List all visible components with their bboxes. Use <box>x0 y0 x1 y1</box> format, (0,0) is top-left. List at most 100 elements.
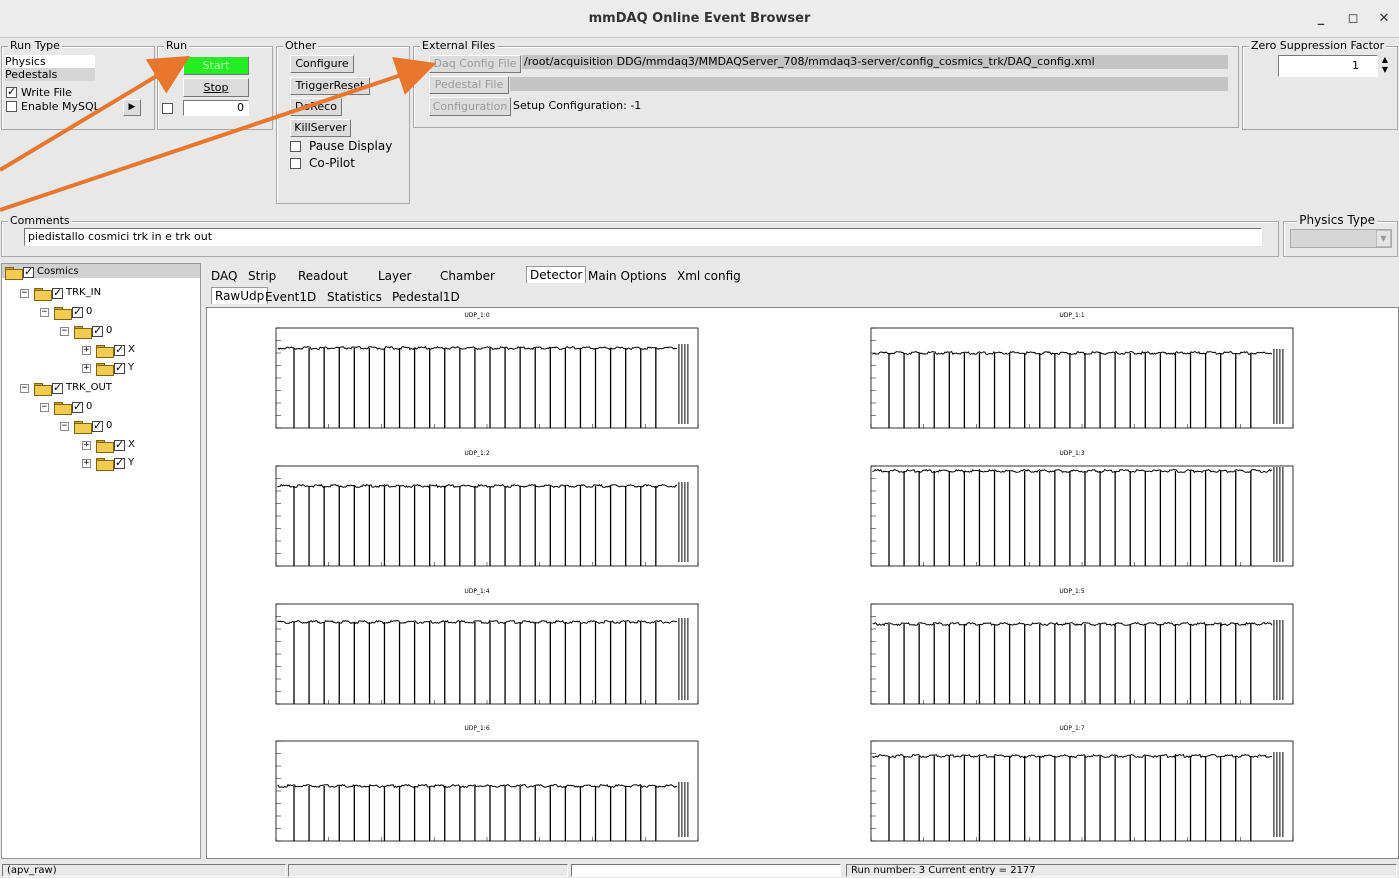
tab-layer[interactable]: Layer <box>378 268 411 284</box>
start-button[interactable]: Start <box>183 56 249 75</box>
minimize-button[interactable]: _ <box>1311 9 1331 29</box>
close-button[interactable]: ✕ <box>1374 9 1394 29</box>
physics-type-legend: Physics Type <box>1297 213 1377 227</box>
comments-input[interactable]: piedistallo cosmici trk in e trk out <box>24 228 1262 246</box>
tab-detector[interactable]: Detector <box>526 266 587 283</box>
configure-button[interactable]: Configure <box>290 55 354 73</box>
tree-checkbox[interactable] <box>72 305 83 318</box>
collapse-icon[interactable]: − <box>20 289 29 298</box>
plot-svg <box>870 740 1294 842</box>
udp-plot: UDP_1:7 <box>841 725 1303 855</box>
tree-node-label: 0 <box>106 325 113 336</box>
plot-svg <box>275 327 699 429</box>
collapse-icon[interactable]: − <box>60 327 69 336</box>
tree-checkbox[interactable] <box>52 381 63 394</box>
tree-checkbox[interactable] <box>92 419 103 432</box>
co-pilot-checkbox[interactable] <box>290 158 301 169</box>
status-run-info: Run number: 3 Current entry = 2177 <box>846 864 1397 877</box>
tab-xml-config[interactable]: Xml config <box>677 268 741 284</box>
write-file-label: Write File <box>21 86 72 99</box>
plot-svg <box>870 465 1294 567</box>
udp-plot: UDP_1:4 <box>246 588 708 718</box>
subtab-rawudp[interactable]: RawUdp <box>211 287 269 304</box>
udp-plot: UDP_1:1 <box>841 312 1303 442</box>
pedestal-file-button[interactable]: Pedestal File <box>429 76 509 94</box>
subtab-statistics[interactable]: Statistics <box>327 289 382 305</box>
subtab-pedestal1d[interactable]: Pedestal1D <box>392 289 460 305</box>
run-checkbox[interactable] <box>162 103 173 114</box>
tree-node-label: Y <box>128 362 135 373</box>
trigger-reset-button[interactable]: TriggerReset <box>290 77 370 95</box>
folder-icon <box>96 440 114 453</box>
stop-button[interactable]: Stop <box>183 78 249 97</box>
folder-icon <box>96 458 114 471</box>
tree-node-label: Y <box>128 457 135 468</box>
tree-checkbox[interactable] <box>114 343 125 356</box>
status-mid <box>288 864 568 877</box>
signal-trace <box>277 619 678 625</box>
tab-chamber[interactable]: Chamber <box>440 268 495 284</box>
folder-icon <box>54 307 72 320</box>
tree-checkbox[interactable] <box>72 400 83 413</box>
configuration-button[interactable]: Configuration <box>429 97 511 116</box>
physics-type-dropdown-icon[interactable]: ▼ <box>1376 230 1391 247</box>
tab-main-options[interactable]: Main Options <box>588 268 667 284</box>
udp-plot: UDP_1:5 <box>841 588 1303 718</box>
folder-icon <box>34 288 52 301</box>
tree-checkbox[interactable] <box>52 286 63 299</box>
signal-trace <box>277 345 677 351</box>
expand-icon[interactable]: + <box>82 441 91 450</box>
folder-icon <box>5 267 23 280</box>
collapse-icon[interactable]: − <box>20 384 29 393</box>
subtab-event1d[interactable]: Event1D <box>265 289 316 305</box>
window-title: mmDAQ Online Event Browser <box>588 11 811 26</box>
signal-trace <box>872 621 1273 627</box>
kill-server-button[interactable]: KillServer <box>290 119 351 137</box>
expand-icon[interactable]: + <box>82 459 91 468</box>
tree-checkbox[interactable] <box>114 438 125 451</box>
daq-config-file-button[interactable]: Daq Config File <box>429 55 521 73</box>
signal-trace <box>872 753 1273 759</box>
collapse-icon[interactable]: − <box>40 403 49 412</box>
tab-readout[interactable]: Readout <box>298 268 348 284</box>
run-counter-field[interactable]: 0 <box>183 100 249 116</box>
mysql-arrow-button[interactable]: ▶ <box>123 99 141 116</box>
folder-icon <box>96 345 114 358</box>
folder-icon <box>54 402 72 415</box>
tab-daq[interactable]: DAQ <box>211 268 237 284</box>
zero-suppression-spinner[interactable]: ▲ ▼ <box>1379 55 1391 77</box>
run-type-option-physics[interactable]: Physics <box>5 55 95 68</box>
doreco-button[interactable]: DoReco <box>290 98 342 116</box>
pause-display-label: Pause Display <box>309 139 393 153</box>
tree-checkbox[interactable] <box>114 361 125 374</box>
run-type-legend: Run Type <box>8 39 62 52</box>
expand-icon[interactable]: + <box>82 364 91 373</box>
zero-suppression-legend: Zero Suppression Factor <box>1249 39 1387 52</box>
folder-icon <box>74 326 92 339</box>
signal-trace <box>872 468 1273 474</box>
tree-node-label: TRK_OUT <box>66 382 112 393</box>
plot-svg <box>870 327 1294 429</box>
enable-mysql-checkbox[interactable] <box>6 101 17 112</box>
pedestal-path <box>510 77 1228 91</box>
tree-node-label: X <box>128 439 135 450</box>
collapse-icon[interactable]: − <box>40 308 49 317</box>
maximize-button[interactable]: ◻ <box>1343 9 1363 29</box>
expand-icon[interactable]: + <box>82 346 91 355</box>
udp-plot: UDP_1:3 <box>841 450 1303 580</box>
tree-node-label: 0 <box>106 420 113 431</box>
co-pilot-label: Co-Pilot <box>309 156 355 170</box>
tab-strip[interactable]: Strip <box>248 268 276 284</box>
setup-configuration-text: Setup Configuration: -1 <box>513 99 642 112</box>
tree-checkbox[interactable] <box>92 324 103 337</box>
zero-suppression-input[interactable]: 1 <box>1278 55 1378 77</box>
tree-checkbox[interactable] <box>23 265 34 278</box>
collapse-icon[interactable]: − <box>60 422 69 431</box>
write-file-checkbox[interactable] <box>6 85 17 98</box>
tree-checkbox[interactable] <box>114 456 125 469</box>
other-legend: Other <box>283 39 319 52</box>
plot-svg <box>275 465 699 567</box>
run-type-option-pedestals[interactable]: Pedestals <box>5 68 95 81</box>
pause-display-checkbox[interactable] <box>290 141 301 152</box>
signal-trace <box>872 350 1273 356</box>
